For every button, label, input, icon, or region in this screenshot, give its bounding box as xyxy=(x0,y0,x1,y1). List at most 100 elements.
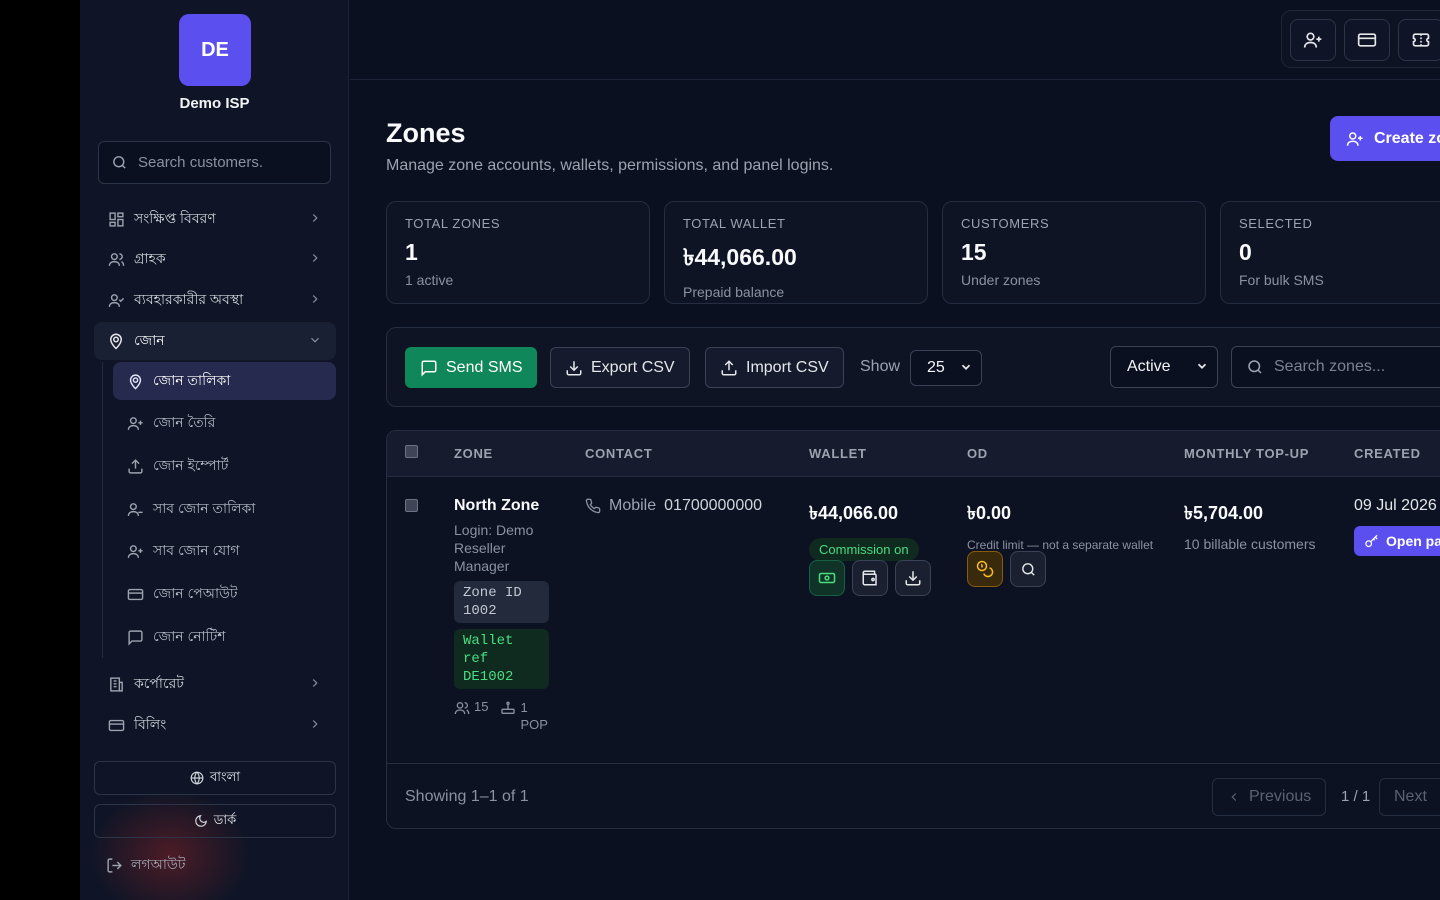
export-csv-button[interactable]: Export CSV xyxy=(550,347,690,388)
chevron-right-icon xyxy=(308,211,322,228)
stat-note: 1 active xyxy=(405,272,454,288)
status-filter-select[interactable]: Active xyxy=(1110,346,1218,388)
sub-item-zone-notice[interactable]: জোন নোটিশ xyxy=(113,618,336,656)
sub-item-label: সাব জোন তালিকা xyxy=(153,500,256,516)
page-size-value: 25 xyxy=(927,359,945,376)
table-header: ZONE CONTACT WALLET OD MONTHLY TOP-UP CR… xyxy=(387,431,1440,477)
globe-icon xyxy=(190,771,204,785)
pop-count: 1 POP xyxy=(520,700,548,732)
created-date: 09 Jul 2026 xyxy=(1354,497,1437,514)
stat-label: SELECTED xyxy=(1239,216,1313,231)
zone-name[interactable]: North Zone xyxy=(454,497,554,515)
next-page-button[interactable]: Next xyxy=(1379,778,1440,816)
export-csv-label: Export CSV xyxy=(591,358,675,376)
zones-table: ZONE CONTACT WALLET OD MONTHLY TOP-UP CR… xyxy=(386,430,1440,829)
zone-search-input[interactable] xyxy=(1274,358,1440,376)
billing-button[interactable] xyxy=(1344,19,1390,61)
upload-icon xyxy=(125,456,145,476)
nav-item-overview[interactable]: সংক্ষিপ্ত বিবরণ xyxy=(94,200,336,238)
zone-cell: North Zone Login: Demo Reseller Manager … xyxy=(454,497,554,733)
theme-label: ডার্ক xyxy=(213,811,237,827)
column-header-zone[interactable]: ZONE xyxy=(454,446,493,461)
column-header-contact[interactable]: CONTACT xyxy=(585,446,652,461)
row-checkbox[interactable] xyxy=(405,499,418,512)
wallet-details-button[interactable] xyxy=(852,560,888,596)
logout-label: লগআউট xyxy=(131,856,186,872)
wallet-download-button[interactable] xyxy=(895,560,931,596)
open-panel-button[interactable]: Open panel xyxy=(1354,526,1440,556)
key-icon xyxy=(1364,534,1379,549)
users-icon xyxy=(454,700,470,716)
submenu-divider xyxy=(102,362,103,658)
building-icon xyxy=(106,674,126,694)
ticket-button[interactable] xyxy=(1398,19,1440,61)
coins-icon xyxy=(976,560,994,578)
nav-item-billing[interactable]: বিলিং xyxy=(94,706,336,744)
user-plus-icon xyxy=(125,541,145,561)
stat-card-customers: CUSTOMERS 15 Under zones xyxy=(942,201,1206,304)
contact-number[interactable]: 01700000000 xyxy=(664,497,762,515)
chevron-right-icon xyxy=(308,251,322,268)
page-info: 1 / 1 xyxy=(1341,788,1371,805)
import-csv-button[interactable]: Import CSV xyxy=(705,347,844,388)
wallet-icon xyxy=(861,569,879,587)
sub-item-label: জোন নোটিশ xyxy=(153,628,226,644)
send-sms-label: Send SMS xyxy=(446,358,523,376)
column-header-monthly-topup[interactable]: MONTHLY TOP-UP xyxy=(1184,446,1309,461)
column-header-od[interactable]: OD xyxy=(967,446,988,461)
page-subtitle: Manage zone accounts, wallets, permissio… xyxy=(386,157,834,174)
stat-value: 15 xyxy=(961,239,987,265)
theme-toggle-button[interactable]: ডার্ক xyxy=(94,804,336,838)
language-toggle-button[interactable]: বাংলা xyxy=(94,761,336,795)
column-header-created[interactable]: CREATED xyxy=(1354,446,1421,461)
previous-label: Previous xyxy=(1249,788,1312,805)
chevron-right-icon xyxy=(308,676,322,693)
showing-count: Showing 1–1 of 1 xyxy=(405,788,529,805)
select-all-checkbox[interactable] xyxy=(405,445,418,458)
page-size-select[interactable]: 25 xyxy=(910,350,982,386)
zone-login: Login: Demo Reseller Manager xyxy=(454,522,534,574)
zone-search[interactable] xyxy=(1231,346,1440,388)
nav-item-corporate[interactable]: কর্পোরেট xyxy=(94,665,336,703)
sub-item-zone-list[interactable]: জোন তালিকা xyxy=(113,362,336,400)
users-icon xyxy=(106,249,126,269)
sub-item-add-subzone[interactable]: সাব জোন যোগ xyxy=(113,532,336,570)
user-plus-icon xyxy=(1303,30,1323,50)
customer-search-input[interactable] xyxy=(138,154,328,171)
od-note: Credit limit — not a separate wallet xyxy=(967,538,1154,552)
od-coins-button[interactable] xyxy=(967,551,1003,587)
nav-item-label: সংক্ষিপ্ত বিবরণ xyxy=(134,210,216,226)
stat-card-selected: SELECTED 0 For bulk SMS xyxy=(1220,201,1440,304)
stat-value: 0 xyxy=(1239,239,1252,265)
nav-item-label: গ্রাহক xyxy=(134,250,166,266)
od-search-button[interactable] xyxy=(1010,551,1046,587)
topup-cell: ৳5,704.00 10 billable customers xyxy=(1184,499,1316,552)
add-user-button[interactable] xyxy=(1290,19,1336,61)
wallet-topup-button[interactable] xyxy=(809,560,845,596)
nav-item-user-status[interactable]: ব্যবহারকারীর অবস্থা xyxy=(94,281,336,319)
user-status-icon xyxy=(106,290,126,310)
user-plus-icon xyxy=(125,413,145,433)
send-sms-button[interactable]: Send SMS xyxy=(405,347,538,388)
commission-badge: Commission on xyxy=(809,538,919,561)
brand-avatar[interactable]: DE xyxy=(179,14,251,86)
chevron-down-icon xyxy=(1195,359,1209,373)
logout-icon xyxy=(106,857,123,874)
logout-button[interactable]: লগআউট xyxy=(106,853,185,877)
import-csv-label: Import CSV xyxy=(746,358,829,376)
moon-icon xyxy=(194,814,208,828)
nav-item-customers[interactable]: গ্রাহক xyxy=(94,240,336,278)
column-header-wallet[interactable]: WALLET xyxy=(809,446,867,461)
previous-page-button[interactable]: Previous xyxy=(1212,778,1327,816)
od-amount: ৳0.00 xyxy=(967,503,1011,523)
create-zone-button[interactable]: Create zone xyxy=(1330,116,1440,161)
sidebar-search[interactable] xyxy=(98,141,331,184)
sub-item-zone-import[interactable]: জোন ইম্পোর্ট xyxy=(113,447,336,485)
quick-actions-group xyxy=(1281,10,1440,68)
sub-item-subzone-list[interactable]: সাব জোন তালিকা xyxy=(113,490,336,528)
sub-item-zone-payout[interactable]: জোন পেআউট xyxy=(113,575,336,613)
nav-item-zone[interactable]: জোন xyxy=(94,322,336,360)
sub-item-create-zone[interactable]: জোন তৈরি xyxy=(113,404,336,442)
download-icon xyxy=(565,359,583,377)
chevron-down-icon xyxy=(959,360,973,374)
